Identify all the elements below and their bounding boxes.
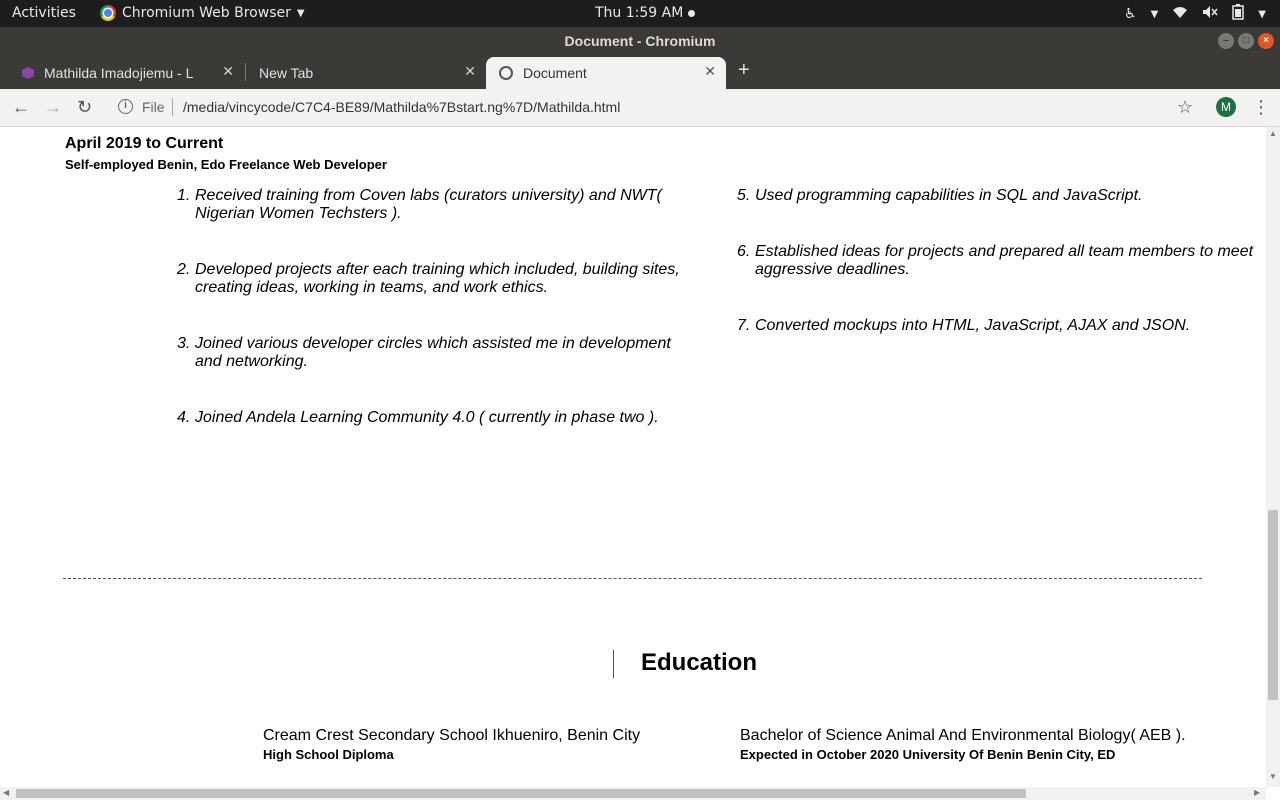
heading-accent-bar (613, 650, 614, 678)
app-menu[interactable]: Chromium Web Browser ▼ (100, 5, 305, 21)
close-tab-icon[interactable]: ✕ (704, 63, 716, 80)
reload-button[interactable]: ↻ (77, 97, 92, 118)
omnibox-divider (172, 98, 173, 116)
horizontal-scroll-thumb[interactable] (16, 789, 1026, 798)
duty-item: 7. Converted mockups into HTML, JavaScri… (737, 317, 1260, 335)
duty-text: Converted mockups into HTML, JavaScript,… (755, 317, 1191, 334)
duty-item: 5. Used programming capabilities in SQL … (737, 187, 1260, 205)
duty-text: Received training from Coven labs (curat… (195, 187, 662, 222)
job-period: April 2019 to Current (65, 135, 224, 152)
scroll-right-icon[interactable]: ▶ (1254, 788, 1260, 797)
tab-label: Mathilda Imadojiemu - Lu (44, 65, 194, 81)
page-content: April 2019 to Current Self-employed Beni… (0, 127, 1266, 787)
duty-number: 5. (737, 187, 751, 204)
site-favicon-icon (22, 67, 34, 79)
education-detail: Expected in October 2020 University Of B… (740, 747, 1116, 762)
education-school: Bachelor of Science Animal And Environme… (740, 727, 1186, 744)
duty-item: 6. Established ideas for projects and pr… (737, 243, 1260, 279)
volume-muted-icon[interactable] (1202, 5, 1218, 23)
address-bar[interactable]: /media/vincycode/C7C4-BE89/Mathilda%7Bst… (183, 99, 620, 115)
education-heading: Education (641, 649, 758, 676)
wifi-icon[interactable] (1172, 5, 1188, 23)
profile-avatar[interactable]: M (1216, 97, 1236, 117)
tab-document[interactable]: Document ✕ (486, 57, 726, 89)
education-school: Cream Crest Secondary School Ikhueniro, … (263, 727, 641, 744)
chevron-down-icon: ▼ (296, 7, 305, 19)
duty-item: 2. Developed projects after each trainin… (177, 261, 695, 297)
tab-strip: Mathilda Imadojiemu - Lu ✕ New Tab ✕ Doc… (0, 55, 1280, 89)
notification-dot-icon (688, 9, 696, 17)
chevron-down-icon: ▼ (1150, 8, 1159, 20)
activities-button[interactable]: Activities (12, 5, 76, 21)
chevron-down-icon: ▼ (1258, 8, 1266, 20)
vertical-scrollbar[interactable]: ▲ ▼ (1266, 127, 1280, 787)
duty-text: Developed projects after each training w… (195, 261, 680, 296)
tab-mathilda[interactable]: Mathilda Imadojiemu - Lu ✕ (0, 57, 244, 89)
duty-text: Established ideas for projects and prepa… (755, 243, 1254, 278)
duty-number: 2. (177, 261, 191, 278)
clock[interactable]: Thu 1:59 AM (595, 5, 696, 21)
window-title-bar: Document - Chromium – □ × (0, 27, 1280, 55)
job-role: Self-employed Benin, Edo Freelance Web D… (65, 157, 387, 172)
accessibility-icon[interactable]: ♿ (1124, 6, 1137, 22)
scroll-up-icon[interactable]: ▲ (1269, 129, 1277, 138)
duty-text: Used programming capabilities in SQL and… (755, 187, 1143, 204)
duty-text: Joined Andela Learning Community 4.0 ( c… (195, 409, 659, 426)
duty-number: 6. (737, 243, 751, 260)
close-tab-icon[interactable]: ✕ (464, 63, 476, 80)
system-tray[interactable]: ♿ ▼ ▼ (1124, 4, 1266, 24)
scroll-left-icon[interactable]: ◀ (3, 788, 9, 797)
app-menu-label: Chromium Web Browser (122, 5, 291, 21)
duty-item: 4. Joined Andela Learning Community 4.0 … (177, 409, 695, 427)
section-divider (63, 578, 1202, 579)
scheme-label: File (142, 99, 165, 115)
tab-label: New Tab (259, 65, 314, 81)
clock-label: Thu 1:59 AM (595, 5, 684, 21)
globe-icon (499, 66, 513, 80)
forward-button[interactable]: → (44, 97, 62, 118)
duty-number: 7. (737, 317, 751, 334)
battery-icon[interactable] (1232, 4, 1245, 24)
close-window-button[interactable]: × (1258, 33, 1274, 49)
duty-item: 1. Received training from Coven labs (cu… (177, 187, 695, 223)
education-detail: High School Diploma (263, 747, 394, 762)
vertical-scroll-thumb[interactable] (1268, 510, 1278, 700)
site-info-icon[interactable]: i (118, 99, 133, 114)
duty-item: 3. Joined various developer circles whic… (177, 335, 695, 371)
scroll-down-icon[interactable]: ▼ (1269, 772, 1277, 781)
back-button[interactable]: ← (12, 97, 30, 118)
new-tab-button[interactable]: + (738, 59, 750, 82)
duty-number: 3. (177, 335, 191, 352)
tab-label: Document (523, 65, 587, 81)
system-top-bar: Activities Chromium Web Browser ▼ Thu 1:… (0, 0, 1280, 27)
tab-new-tab[interactable]: New Tab ✕ (246, 57, 486, 89)
more-menu-icon[interactable]: ⋮ (1252, 97, 1270, 118)
browser-toolbar: ← → ↻ i File /media/vincycode/C7C4-BE89/… (0, 89, 1280, 127)
duty-number: 4. (177, 409, 191, 426)
window-controls: – □ × (1218, 33, 1274, 49)
window-title: Document - Chromium (564, 33, 716, 49)
close-tab-icon[interactable]: ✕ (222, 63, 234, 80)
duty-number: 1. (177, 187, 191, 204)
duty-text: Joined various developer circles which a… (195, 335, 671, 370)
horizontal-scrollbar[interactable]: ◀ ▶ (0, 787, 1266, 800)
chromium-icon (100, 5, 116, 21)
bookmark-star-icon[interactable]: ☆ (1177, 97, 1193, 118)
minimize-button[interactable]: – (1218, 33, 1234, 49)
maximize-button[interactable]: □ (1238, 33, 1254, 49)
